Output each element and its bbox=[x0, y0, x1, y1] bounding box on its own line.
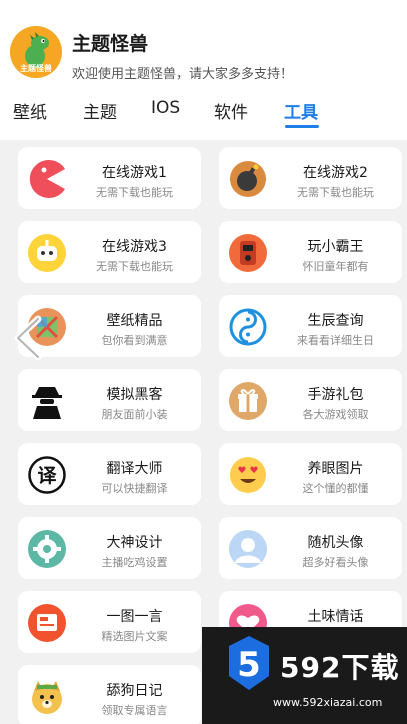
tool-title: 壁纸精品 bbox=[106, 313, 163, 329]
tool-title: 土味情话 bbox=[307, 609, 364, 625]
tool-title: 大神设计 bbox=[106, 535, 163, 551]
yin-yang-icon bbox=[229, 308, 267, 346]
app-subtitle: 欢迎使用主题怪兽，请大家多多支持！ bbox=[72, 67, 294, 82]
tool-card-online-game-2[interactable]: 在线游戏2 无需下载也能玩 bbox=[219, 147, 402, 209]
tool-title: 一图一言 bbox=[106, 609, 163, 625]
tool-card-retro-console[interactable]: 玩小霸王 怀旧童年都有 bbox=[219, 221, 402, 283]
tab-wallpaper[interactable]: 壁纸 bbox=[13, 98, 47, 123]
translate-icon: 译 bbox=[28, 456, 66, 494]
tool-desc: 朋友面前小装 bbox=[101, 408, 168, 421]
tool-card-game-gift[interactable]: 手游礼包 各大游戏领取 bbox=[219, 369, 402, 431]
tool-title: 模拟黑客 bbox=[106, 387, 163, 403]
tool-desc: 领取专属语言 bbox=[101, 704, 168, 717]
avatar-icon bbox=[229, 530, 267, 568]
tool-desc: 超多好看头像 bbox=[302, 556, 369, 569]
watermark-url: www.592xiazai.com bbox=[273, 696, 383, 709]
gift-icon bbox=[229, 382, 267, 420]
logo-text: 主题怪兽 bbox=[20, 64, 52, 73]
tool-title: 随机头像 bbox=[307, 535, 364, 551]
tool-title: 手游礼包 bbox=[307, 387, 364, 403]
tool-desc: 精选图片文案 bbox=[101, 630, 168, 643]
tool-desc: 来看看详细生日 bbox=[297, 334, 374, 347]
tool-desc: 怀旧童年都有 bbox=[302, 260, 369, 273]
tool-card-birthday-query[interactable]: 生辰查询 来看看详细生日 bbox=[219, 295, 402, 357]
pacman-icon bbox=[29, 160, 65, 198]
tab-tools[interactable]: 工具 bbox=[284, 98, 318, 123]
tool-card-online-game-1[interactable]: 在线游戏1 无需下载也能玩 bbox=[18, 147, 201, 209]
svg-text:译: 译 bbox=[37, 465, 57, 487]
image-quote-icon bbox=[28, 604, 66, 642]
tool-desc: 无需下载也能玩 bbox=[297, 186, 374, 199]
tool-title: 在线游戏3 bbox=[102, 239, 167, 255]
tool-card-eye-candy[interactable]: 养眼图片 这个懂的都懂 bbox=[219, 443, 402, 505]
tool-desc: 无需下载也能玩 bbox=[96, 186, 173, 199]
tool-title: 在线游戏2 bbox=[303, 165, 368, 181]
back-arrow-icon[interactable] bbox=[12, 315, 44, 361]
tool-desc: 这个懂的都懂 bbox=[302, 482, 369, 495]
dog-icon bbox=[32, 681, 62, 714]
active-tab-indicator bbox=[285, 125, 319, 128]
settings-gear-icon bbox=[28, 530, 66, 568]
tool-card-fake-hacker[interactable]: 模拟黑客 朋友面前小装 bbox=[18, 369, 201, 431]
tool-desc: 无需下载也能玩 bbox=[96, 260, 173, 273]
tool-title: 生辰查询 bbox=[307, 313, 364, 329]
tool-card-online-game-3[interactable]: 在线游戏3 无需下载也能玩 bbox=[18, 221, 201, 283]
tool-card-pro-settings[interactable]: 大神设计 主播吃鸡设置 bbox=[18, 517, 201, 579]
tool-desc: 主播吃鸡设置 bbox=[101, 556, 168, 569]
tool-title: 翻译大师 bbox=[106, 461, 163, 477]
tool-card-image-quote[interactable]: 一图一言 精选图片文案 bbox=[18, 591, 201, 653]
tool-title: 玩小霸王 bbox=[307, 239, 364, 255]
app-logo[interactable]: 主题怪兽 bbox=[10, 26, 62, 78]
game-console-icon bbox=[229, 234, 267, 272]
tool-title: 养眼图片 bbox=[307, 461, 364, 477]
heart-eyes-emoji-icon bbox=[230, 457, 266, 493]
tab-theme[interactable]: 主题 bbox=[83, 98, 117, 123]
app-title: 主题怪兽 bbox=[72, 33, 149, 55]
svg-text:5: 5 bbox=[237, 645, 261, 685]
robot-icon bbox=[28, 234, 66, 272]
tool-title: 舔狗日记 bbox=[106, 683, 163, 699]
tool-desc: 可以快捷翻译 bbox=[101, 482, 168, 495]
tab-software[interactable]: 软件 bbox=[214, 98, 248, 123]
watermark-logo-icon: 5 bbox=[229, 636, 269, 690]
tool-card-wallpaper[interactable]: 壁纸精品 包你看到满意 bbox=[18, 295, 201, 357]
tab-ios[interactable]: IOS bbox=[151, 98, 180, 118]
tool-card-dog-diary[interactable]: 舔狗日记 领取专属语言 bbox=[18, 665, 201, 724]
hacker-icon bbox=[32, 387, 62, 419]
watermark-brand: 592下载 bbox=[280, 651, 400, 684]
tab-bar: 壁纸 主题 IOS 软件 工具 bbox=[0, 96, 407, 132]
tool-card-random-avatar[interactable]: 随机头像 超多好看头像 bbox=[219, 517, 402, 579]
tool-desc: 包你看到满意 bbox=[101, 334, 168, 347]
tool-desc: 各大游戏领取 bbox=[302, 408, 369, 421]
tool-title: 在线游戏1 bbox=[102, 165, 167, 181]
header: 主题怪兽 主题怪兽 欢迎使用主题怪兽，请大家多多支持！ 壁纸 主题 IOS 软件… bbox=[0, 0, 407, 140]
tool-card-translator[interactable]: 译 翻译大师 可以快捷翻译 bbox=[18, 443, 201, 505]
bomb-icon bbox=[230, 161, 266, 197]
